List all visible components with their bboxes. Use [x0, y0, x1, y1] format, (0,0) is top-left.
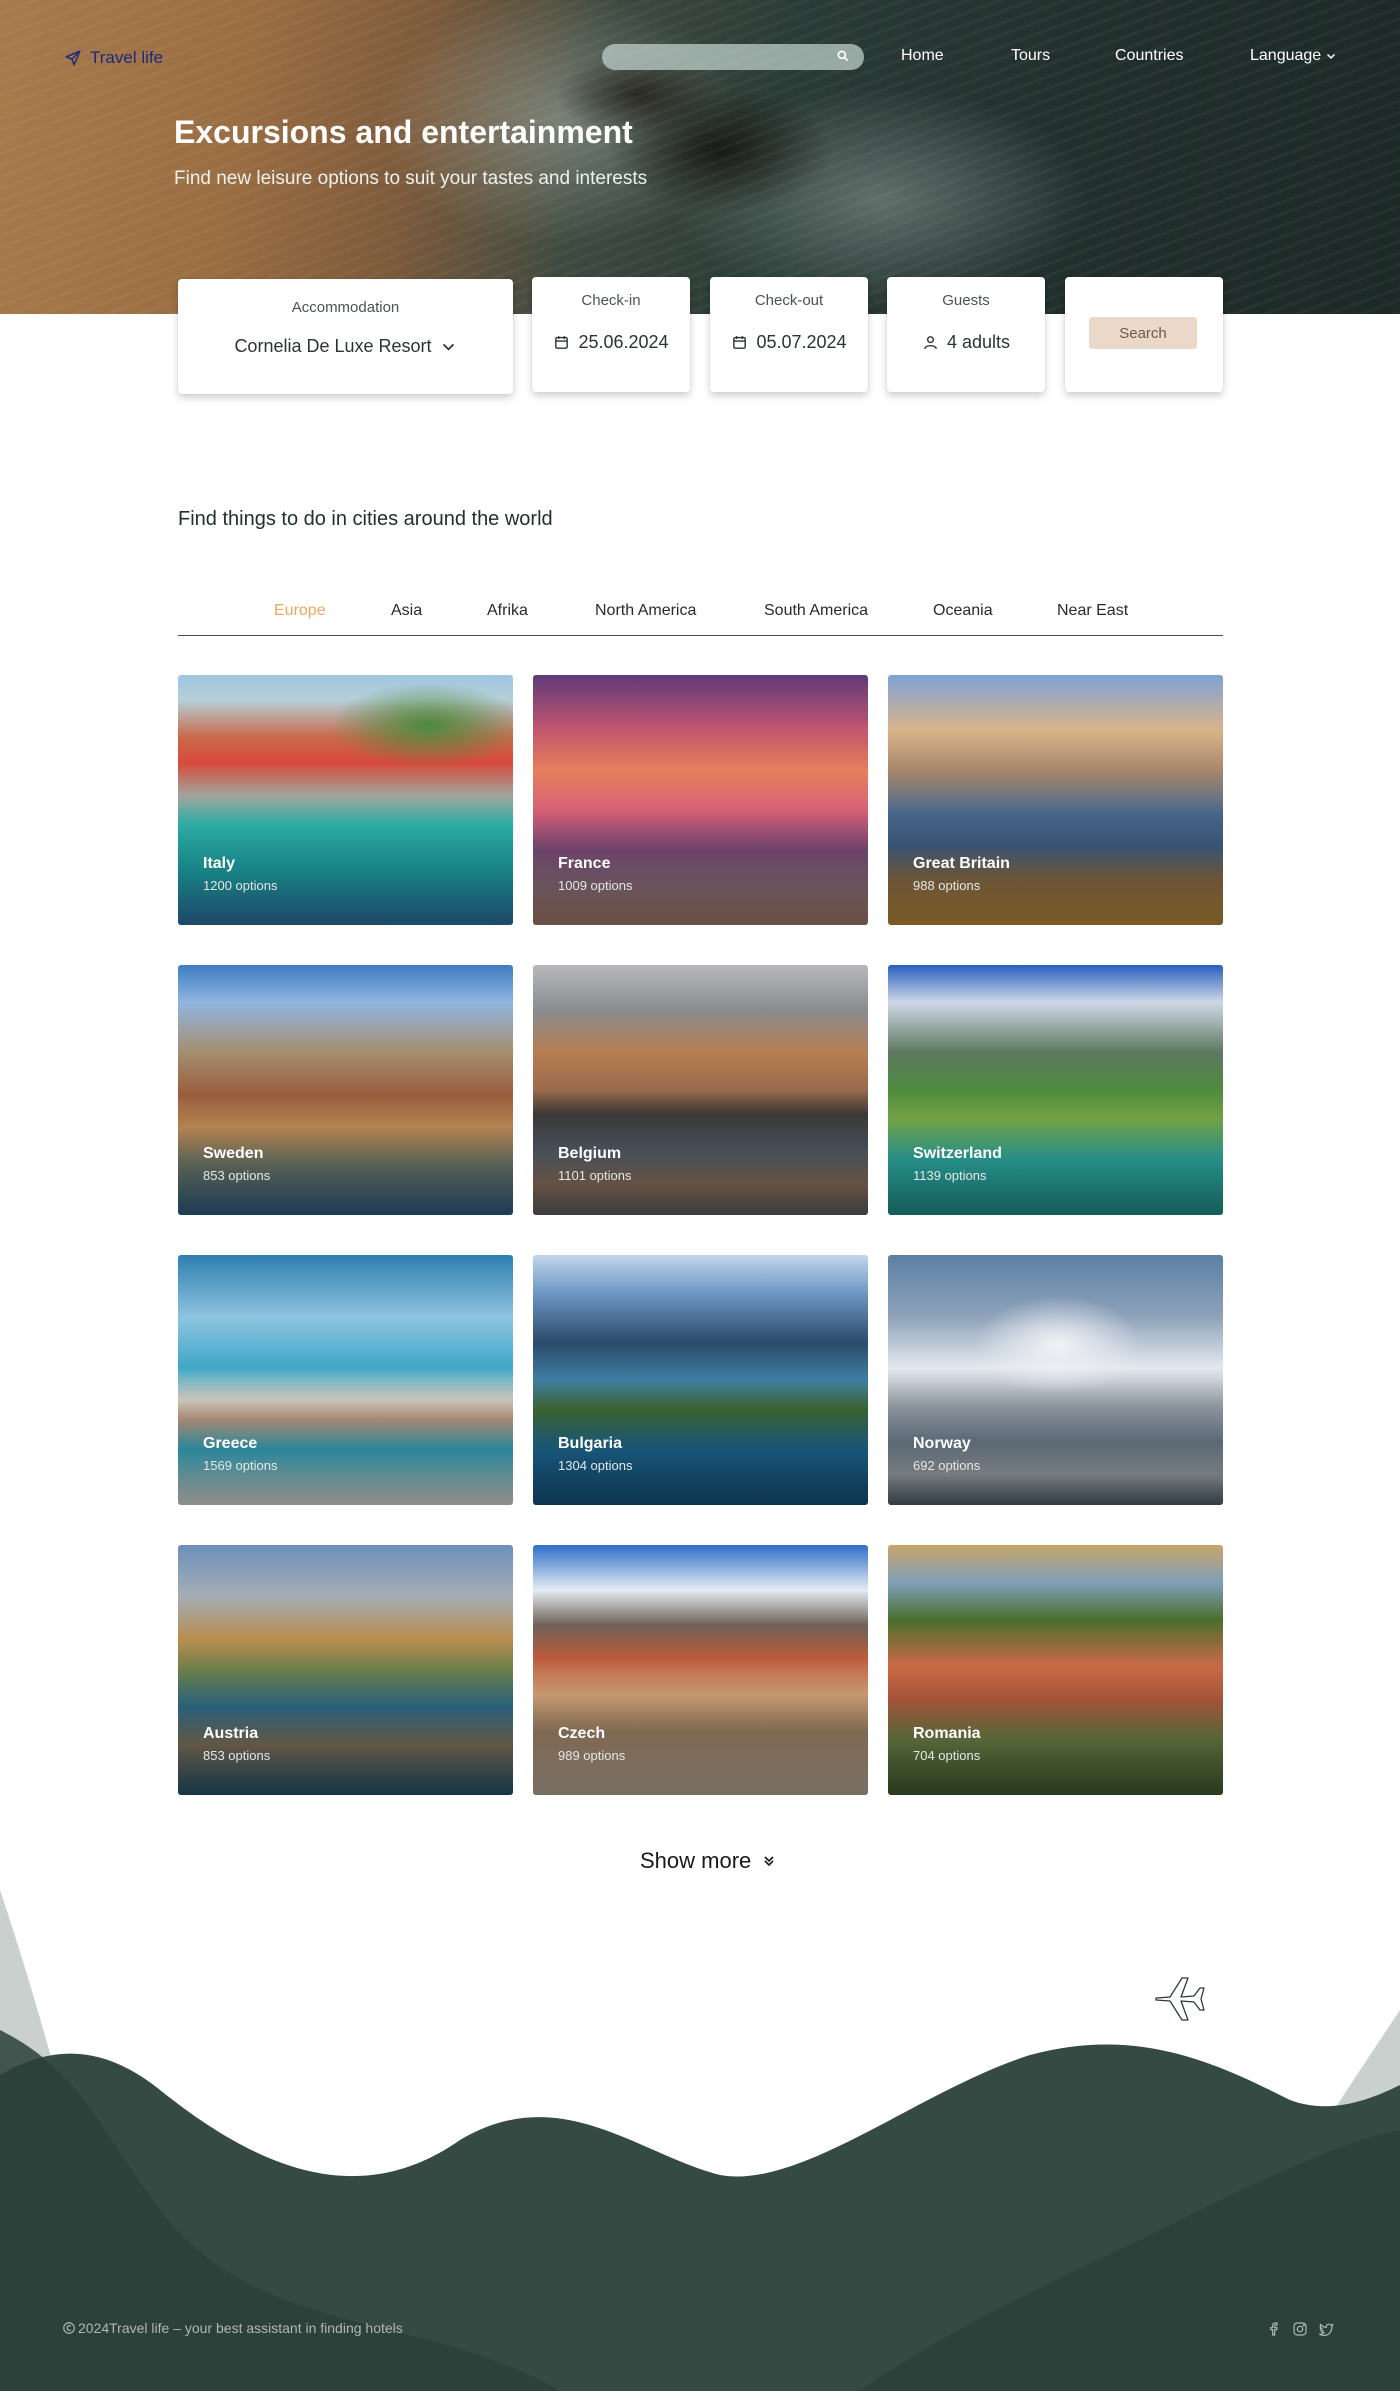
- destination-name: Italy: [203, 855, 236, 872]
- destination-options: 1101 options: [558, 1168, 632, 1183]
- destination-name: Sweden: [203, 1145, 264, 1162]
- tab-europe[interactable]: Europe: [274, 602, 326, 620]
- accommodation-label: Accommodation: [291, 299, 400, 316]
- guests-label: Guests: [942, 292, 990, 309]
- destination-options: 692 options: [913, 1458, 981, 1473]
- destination-card-austria[interactable]: Austria 853 options: [178, 1545, 513, 1795]
- tab-south-america[interactable]: South America: [764, 602, 868, 620]
- hero-banner: Travel life Home Tours Countries Languag…: [0, 0, 1400, 314]
- check-in-value: 25.06.2024: [578, 332, 669, 352]
- destination-card-norway[interactable]: Norway 692 options: [888, 1255, 1223, 1505]
- section-title: Find things to do in cities around the w…: [178, 508, 553, 530]
- show-more-button[interactable]: Show more: [640, 1848, 777, 1874]
- chevron-down-icon: [442, 343, 454, 351]
- footer-landscape: [0, 1890, 1400, 2391]
- nav-home[interactable]: Home: [901, 47, 944, 65]
- footer-copyright-text: 2024Travel life – your best assistant in…: [78, 2320, 403, 2336]
- destination-name: Greece: [203, 1435, 258, 1452]
- destination-name: Norway: [913, 1435, 971, 1452]
- nav-language[interactable]: Language: [1250, 47, 1337, 65]
- search-icon[interactable]: [836, 49, 850, 63]
- tab-asia[interactable]: Asia: [391, 602, 422, 620]
- destination-name: Great Britain: [913, 855, 1010, 872]
- check-out-field[interactable]: Check-out 05.07.2024: [710, 277, 868, 392]
- logo-text: Travel life: [90, 48, 164, 67]
- destination-name: Romania: [913, 1725, 981, 1742]
- accommodation-value-row[interactable]: Cornelia De Luxe Resort: [178, 336, 513, 357]
- destination-name: Czech: [558, 1725, 606, 1742]
- destination-card-greece[interactable]: Greece 1569 options: [178, 1255, 513, 1505]
- nav-tours[interactable]: Tours: [1011, 47, 1050, 65]
- guests-value: 4 adults: [946, 332, 1011, 352]
- destination-options: 1200 options: [203, 878, 278, 893]
- paper-plane-icon: [65, 50, 81, 66]
- destination-name: Bulgaria: [558, 1435, 623, 1452]
- destination-name: Switzerland: [913, 1145, 1002, 1162]
- destination-options: 704 options: [913, 1748, 981, 1763]
- destination-card-sweden[interactable]: Sweden 853 options: [178, 965, 513, 1215]
- destination-options: 989 options: [558, 1748, 626, 1763]
- tab-oceania[interactable]: Oceania: [933, 602, 993, 620]
- tab-near-east[interactable]: Near East: [1057, 602, 1128, 620]
- destination-card-belgium[interactable]: Belgium 1101 options: [533, 965, 868, 1215]
- guests-field[interactable]: Guests 4 adults: [887, 277, 1045, 392]
- check-out-value: 05.07.2024: [756, 332, 847, 352]
- user-icon: [924, 336, 937, 350]
- check-out-label: Check-out: [754, 292, 824, 309]
- destination-card-romania[interactable]: Romania 704 options: [888, 1545, 1223, 1795]
- destination-options: 988 options: [913, 878, 981, 893]
- destination-card-bulgaria[interactable]: Bulgaria 1304 options: [533, 1255, 868, 1505]
- nav-language-label: Language: [1250, 47, 1322, 64]
- chevron-down-icon: [1327, 53, 1336, 60]
- destination-options: 1569 options: [203, 1458, 278, 1473]
- nav-countries[interactable]: Countries: [1115, 47, 1183, 65]
- calendar-icon: [555, 336, 569, 349]
- destination-name: Austria: [203, 1725, 259, 1742]
- check-out-value-row[interactable]: 05.07.2024: [710, 332, 868, 353]
- double-chevron-down-icon: [764, 1856, 774, 1867]
- check-in-label: Check-in: [581, 292, 641, 309]
- destination-card-switzerland[interactable]: Switzerland 1139 options: [888, 965, 1223, 1215]
- instagram-icon[interactable]: [1292, 2321, 1308, 2337]
- check-in-field[interactable]: Check-in 25.06.2024: [532, 277, 690, 392]
- twitter-icon[interactable]: [1318, 2321, 1334, 2337]
- calendar-icon: [733, 336, 747, 349]
- tab-afrika[interactable]: Afrika: [487, 602, 528, 620]
- destination-card-czech[interactable]: Czech 989 options: [533, 1545, 868, 1795]
- destination-name: Belgium: [558, 1145, 622, 1162]
- footer-copyright: 2024Travel life – your best assistant in…: [62, 2320, 403, 2336]
- search-button[interactable]: Search: [1089, 317, 1197, 349]
- check-in-value-row[interactable]: 25.06.2024: [532, 332, 690, 353]
- hero-title: Excursions and entertainment: [174, 114, 633, 150]
- destination-options: 1304 options: [558, 1458, 633, 1473]
- accommodation-selector[interactable]: Accommodation Cornelia De Luxe Resort: [178, 279, 513, 394]
- destination-name: France: [558, 855, 611, 872]
- tab-north-america[interactable]: North America: [595, 602, 696, 620]
- copyright-icon: [63, 2322, 75, 2334]
- social-links: [1266, 2321, 1334, 2337]
- destination-card-france[interactable]: France 1009 options: [533, 675, 868, 925]
- accommodation-value: Cornelia De Luxe Resort: [234, 336, 432, 356]
- region-tabs: Europe Asia Afrika North America South A…: [178, 600, 1223, 636]
- destination-card-italy[interactable]: Italy 1200 options: [178, 675, 513, 925]
- destination-options: 1009 options: [558, 878, 633, 893]
- show-more-label: Show more: [640, 1848, 752, 1873]
- guests-value-row[interactable]: 4 adults: [887, 332, 1045, 353]
- destination-options: 853 options: [203, 1168, 271, 1183]
- destination-card-great-britain[interactable]: Great Britain 988 options: [888, 675, 1223, 925]
- logo[interactable]: Travel life: [64, 48, 163, 68]
- facebook-icon[interactable]: [1266, 2321, 1282, 2337]
- destination-options: 1139 options: [913, 1168, 987, 1183]
- airplane-icon: [1155, 1977, 1205, 2021]
- destination-options: 853 options: [203, 1748, 271, 1763]
- hero-subtitle: Find new leisure options to suit your ta…: [174, 168, 648, 189]
- search-card: Search: [1065, 277, 1223, 392]
- search-input[interactable]: [602, 44, 864, 70]
